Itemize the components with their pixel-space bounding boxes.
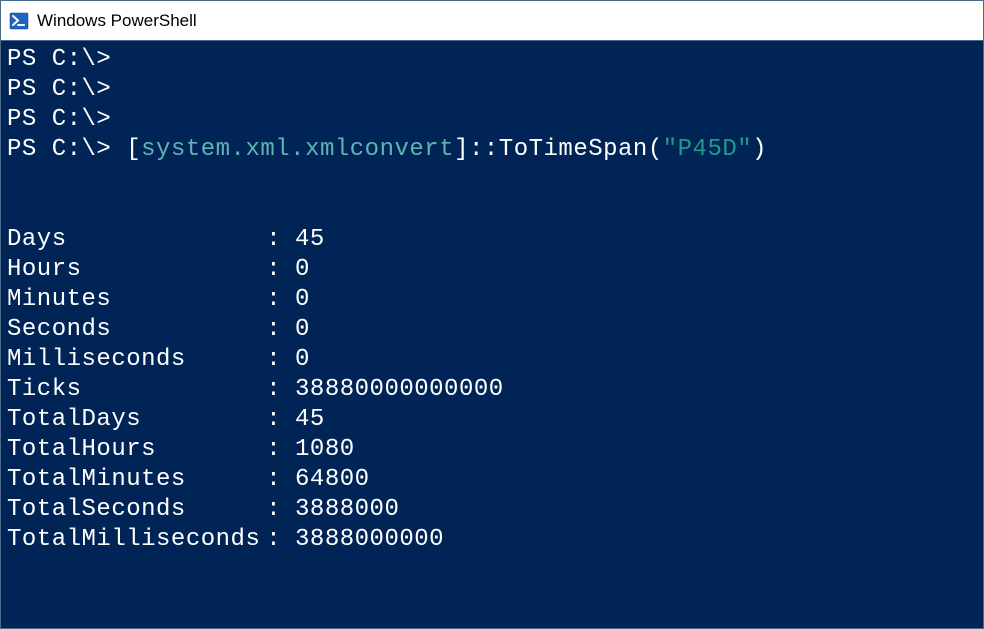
output-sep: : [266,495,295,525]
powershell-window: Windows PowerShell PS C:\> PS C:\> PS C:… [0,0,984,629]
output-sep: : [266,405,295,435]
output-sep: : [266,435,295,465]
output-sep: : [266,315,295,345]
titlebar[interactable]: Windows PowerShell [1,1,983,41]
paren-close: ) [752,136,767,163]
output-line: Hours: 0 [7,255,977,285]
output-val: 3888000000 [295,525,444,555]
prompt-line: PS C:\> [7,76,111,103]
output-sep: : [266,465,295,495]
output-val: 3888000 [295,495,399,525]
bracket-close: ] [454,136,469,163]
output-line: Seconds: 0 [7,315,977,345]
output-val: 45 [295,225,325,255]
prompt-line: PS C:\> [7,46,111,73]
output-sep: : [266,285,295,315]
terminal-body[interactable]: PS C:\> PS C:\> PS C:\> PS C:\> [system.… [1,41,983,628]
type-name: system.xml.xmlconvert [141,136,454,163]
prompt-line: PS C:\> [7,136,111,163]
output-val: 1080 [295,435,355,465]
output-sep: : [266,225,295,255]
prompt-line: PS C:\> [7,106,111,133]
output-sep: : [266,255,295,285]
output-key: Ticks [7,375,266,405]
string-arg: P45D [678,136,738,163]
output-val: 0 [295,315,310,345]
output-key: Days [7,225,266,255]
output-val: 0 [295,255,310,285]
output-key: TotalMilliseconds [7,525,266,555]
output-key: Minutes [7,285,266,315]
output-key: TotalDays [7,405,266,435]
output-sep: : [266,345,295,375]
output-val: 0 [295,285,310,315]
output-val: 38880000000000 [295,375,504,405]
output-val: 64800 [295,465,370,495]
output-key: Seconds [7,315,266,345]
output-line: Milliseconds: 0 [7,345,977,375]
method-call: ::ToTimeSpan( [469,136,663,163]
output-line: Minutes: 0 [7,285,977,315]
output-line: TotalMinutes: 64800 [7,465,977,495]
output-val: 45 [295,405,325,435]
output-key: Milliseconds [7,345,266,375]
output-line: TotalDays: 45 [7,405,977,435]
output-line: TotalHours: 1080 [7,435,977,465]
output-key: TotalSeconds [7,495,266,525]
output-val: 0 [295,345,310,375]
window-title: Windows PowerShell [37,11,197,31]
bracket-open: [ [126,136,141,163]
output-line: Ticks: 38880000000000 [7,375,977,405]
powershell-icon [9,11,29,31]
string-quote-close: " [737,136,752,163]
output-sep: : [266,375,295,405]
output-line: Days: 45 [7,225,977,255]
output-line: TotalSeconds: 3888000 [7,495,977,525]
output-sep: : [266,525,295,555]
output-key: TotalMinutes [7,465,266,495]
string-quote-open: " [663,136,678,163]
output-key: TotalHours [7,435,266,465]
output-key: Hours [7,255,266,285]
output-line: TotalMilliseconds: 3888000000 [7,525,977,555]
